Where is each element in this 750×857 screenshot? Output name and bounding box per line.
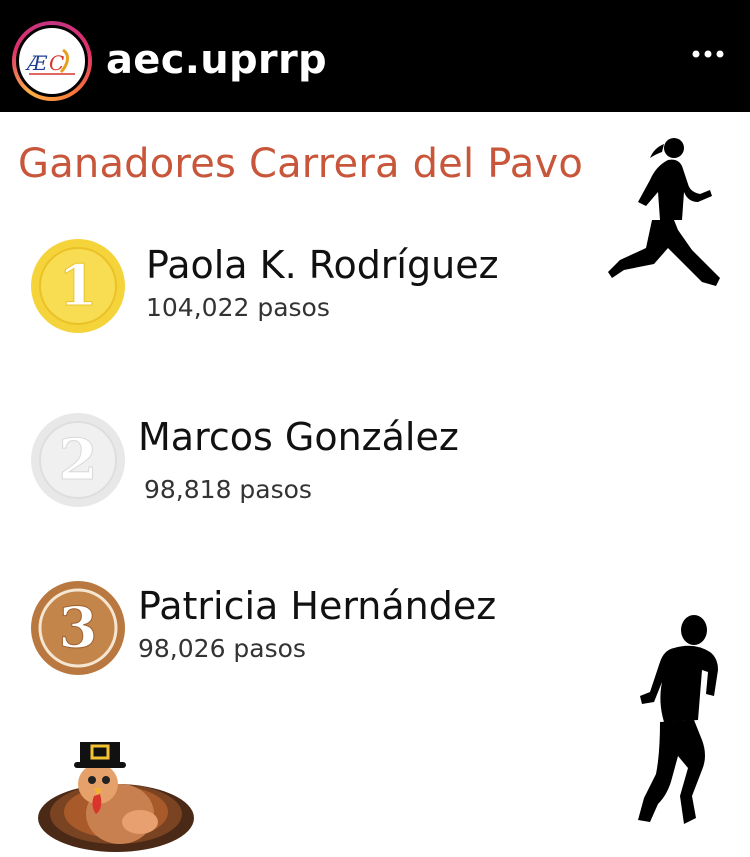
female-runner-icon: [608, 138, 720, 286]
winner-name: Patricia Hernández: [138, 584, 497, 628]
post-title: Ganadores Carrera del Pavo: [18, 141, 584, 187]
medal-number: 3: [59, 595, 98, 661]
medal-number: 2: [59, 427, 98, 493]
aec-logo-icon: Æ C: [16, 25, 88, 97]
winner-steps: 98,818 pasos: [144, 475, 312, 504]
winner-steps: 104,022 pasos: [146, 293, 330, 322]
silver-medal-icon: 2: [31, 413, 125, 507]
winner-name: Paola K. Rodríguez: [146, 243, 499, 287]
bronze-medal-icon: 3: [31, 581, 125, 675]
gold-medal-icon: 1: [31, 239, 125, 333]
more-options-icon[interactable]: [688, 42, 728, 66]
pilgrim-turkey-icon: [38, 742, 194, 852]
winner-name: Marcos González: [138, 415, 459, 459]
username[interactable]: aec.uprrp: [106, 36, 327, 84]
post-header: Æ C aec.uprrp: [0, 0, 750, 112]
svg-text:Æ: Æ: [25, 51, 48, 75]
medal-number: 1: [59, 253, 98, 319]
winner-steps: 98,026 pasos: [138, 634, 306, 663]
profile-avatar[interactable]: Æ C: [12, 21, 92, 101]
male-runner-icon: [638, 615, 718, 824]
